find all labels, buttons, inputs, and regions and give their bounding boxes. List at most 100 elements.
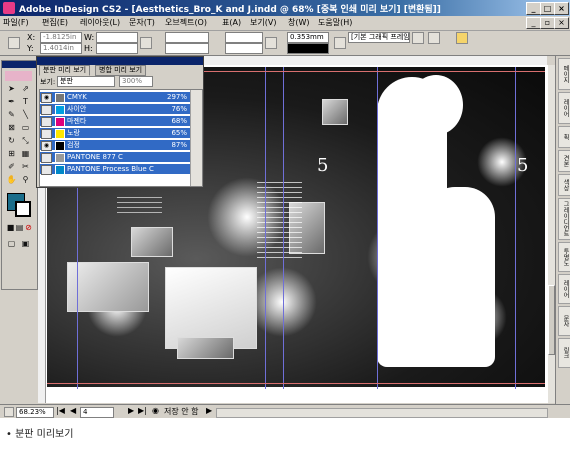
intro-text[interactable] bbox=[117, 197, 162, 217]
dock-tab-pages[interactable]: 페이지 bbox=[558, 58, 570, 90]
ink-row[interactable]: 마젠타 68% bbox=[40, 116, 190, 127]
ink-row[interactable]: ◉ 검정 87% bbox=[40, 140, 190, 151]
pen-tool-icon[interactable]: ✒ bbox=[6, 97, 17, 107]
doc-minimize-icon[interactable]: _ bbox=[526, 17, 541, 29]
crowd-photo[interactable] bbox=[67, 262, 149, 312]
dock-tab-layers[interactable]: 레이어 bbox=[558, 92, 570, 124]
eye-toggle[interactable] bbox=[41, 117, 52, 127]
tools-panel-header[interactable] bbox=[2, 61, 37, 68]
ink-list-scrollbar[interactable] bbox=[190, 90, 202, 186]
free-transform-tool-icon[interactable]: ⊞ bbox=[6, 149, 17, 159]
menu-object[interactable]: 오브젝트(O) bbox=[165, 17, 207, 28]
direct-selection-tool-icon[interactable]: ⇗ bbox=[20, 84, 31, 94]
rotation-field[interactable] bbox=[225, 32, 263, 43]
stroke-swatch-tool-icon[interactable] bbox=[15, 201, 31, 217]
ink-row[interactable]: PANTONE 877 C bbox=[40, 152, 190, 163]
scale-x-field[interactable] bbox=[165, 32, 209, 43]
reference-point-icon[interactable] bbox=[8, 37, 20, 49]
drop-shadow-icon[interactable] bbox=[412, 32, 424, 44]
menu-type[interactable]: 문자(T) bbox=[129, 17, 155, 28]
first-page-icon[interactable]: |◀ bbox=[56, 406, 65, 415]
zoom-tool-icon[interactable]: ⚲ bbox=[20, 175, 31, 185]
x-field[interactable]: -1.8125in bbox=[40, 32, 82, 43]
scale-y-field[interactable] bbox=[165, 43, 209, 54]
menu-table[interactable]: 표(A) bbox=[222, 17, 241, 28]
eye-toggle[interactable] bbox=[41, 129, 52, 139]
menu-file[interactable]: 파일(F) bbox=[3, 17, 29, 28]
eye-icon[interactable]: ◉ bbox=[41, 141, 52, 151]
y-field[interactable]: 1.4014in bbox=[40, 43, 82, 54]
menu-help[interactable]: 도움말(H) bbox=[318, 17, 352, 28]
stroke-weight-field[interactable]: 0.353mm bbox=[287, 32, 329, 43]
tab-separations-preview[interactable]: 분판 미리 보기 bbox=[39, 65, 91, 76]
stroke-swatch-icon[interactable] bbox=[265, 37, 277, 49]
scrollbar-thumb[interactable] bbox=[548, 285, 555, 355]
prev-page-icon[interactable]: ◀ bbox=[70, 406, 76, 415]
menu-view[interactable]: 보기(V) bbox=[250, 17, 276, 28]
rectangle-tool-icon[interactable]: ▭ bbox=[20, 123, 31, 133]
w-field[interactable] bbox=[96, 32, 138, 43]
gradient-tool-icon[interactable]: ▦ bbox=[20, 149, 31, 159]
bottom-photo[interactable] bbox=[177, 337, 234, 359]
horizontal-scrollbar[interactable] bbox=[216, 408, 548, 418]
dock-tab-links[interactable]: 링크 bbox=[558, 338, 570, 368]
normal-view-icon[interactable]: ▢ bbox=[6, 239, 17, 249]
eyedropper-tool-icon[interactable]: ✐ bbox=[6, 162, 17, 172]
status-menu-icon[interactable]: ▶ bbox=[206, 406, 212, 415]
dock-tab-swatches[interactable]: 견본 bbox=[558, 150, 570, 172]
dock-tab-transparency[interactable]: 투명도 bbox=[558, 242, 570, 272]
dock-tab-gradient[interactable]: 그레이디언트 bbox=[558, 198, 570, 240]
ink-row[interactable]: 사이안 76% bbox=[40, 104, 190, 115]
ink-row[interactable]: PANTONE Process Blue C bbox=[40, 164, 190, 175]
body-text-column[interactable] bbox=[257, 182, 302, 262]
next-page-icon[interactable]: ▶ bbox=[128, 406, 134, 415]
eye-toggle[interactable] bbox=[41, 105, 52, 115]
stroke-type-select[interactable] bbox=[287, 43, 329, 54]
h-field[interactable] bbox=[96, 43, 138, 54]
opacity-icon[interactable] bbox=[428, 32, 440, 44]
frame-fitting-icon[interactable] bbox=[334, 37, 346, 49]
menu-edit[interactable]: 편집(E) bbox=[42, 17, 68, 28]
constrain-proportions-icon[interactable] bbox=[140, 37, 152, 49]
close-button[interactable]: × bbox=[554, 2, 569, 15]
type-tool-icon[interactable]: T bbox=[20, 97, 31, 107]
rotate-tool-icon[interactable]: ↻ bbox=[6, 136, 17, 146]
eye-toggle[interactable] bbox=[41, 153, 52, 163]
dock-tab-layer[interactable]: 레이어 bbox=[558, 274, 570, 304]
ink-row[interactable]: ◉ CMYK 297% bbox=[40, 92, 190, 103]
shear-field[interactable] bbox=[225, 43, 263, 54]
maximize-button[interactable]: □ bbox=[540, 2, 555, 15]
doc-close-icon[interactable]: × bbox=[554, 17, 569, 29]
dock-tab-stroke[interactable]: 획 bbox=[558, 126, 570, 148]
doc-restore-icon[interactable]: ▫ bbox=[540, 17, 555, 29]
hand-tool-icon[interactable]: ✋ bbox=[6, 175, 17, 185]
page-number-field[interactable]: 4 bbox=[80, 407, 114, 418]
cube-graphic[interactable] bbox=[322, 99, 348, 125]
tab-flattener-preview[interactable]: 병합 미리 보기 bbox=[95, 65, 147, 76]
indesign-logo-icon[interactable] bbox=[5, 71, 32, 81]
panel-header[interactable] bbox=[37, 57, 203, 65]
dock-tab-color[interactable]: 색상 bbox=[558, 174, 570, 196]
eye-toggle[interactable] bbox=[41, 165, 52, 175]
zoom-select[interactable]: 300% bbox=[119, 76, 153, 87]
apply-none-icon[interactable]: ⊘ bbox=[23, 223, 34, 233]
last-page-icon[interactable]: ▶| bbox=[138, 406, 147, 415]
minimize-button[interactable]: _ bbox=[526, 2, 541, 15]
menu-window[interactable]: 창(W) bbox=[288, 17, 310, 28]
selection-tool-icon[interactable]: ➤ bbox=[6, 84, 17, 94]
view-select[interactable]: 분판 bbox=[57, 76, 115, 87]
zoom-level-field[interactable]: 68.23% bbox=[16, 407, 54, 418]
rectangle-frame-tool-icon[interactable]: ⊠ bbox=[6, 123, 17, 133]
object-style-select[interactable]: [기본 그래픽 프레임] bbox=[348, 32, 410, 43]
vertical-scrollbar[interactable] bbox=[548, 65, 555, 403]
bridge-icon[interactable] bbox=[456, 32, 468, 44]
pencil-tool-icon[interactable]: ✎ bbox=[6, 110, 17, 120]
scale-tool-icon[interactable]: ⤡ bbox=[20, 136, 31, 146]
line-tool-icon[interactable]: ╲ bbox=[20, 110, 31, 120]
menu-layout[interactable]: 레이아웃(L) bbox=[80, 17, 120, 28]
small-photo[interactable] bbox=[131, 227, 173, 257]
dock-tab-character[interactable]: 문자 bbox=[558, 306, 570, 336]
scissors-tool-icon[interactable]: ✂ bbox=[20, 162, 31, 172]
preview-mode-icon[interactable]: ▣ bbox=[20, 239, 31, 249]
eye-icon[interactable]: ◉ bbox=[41, 93, 52, 103]
